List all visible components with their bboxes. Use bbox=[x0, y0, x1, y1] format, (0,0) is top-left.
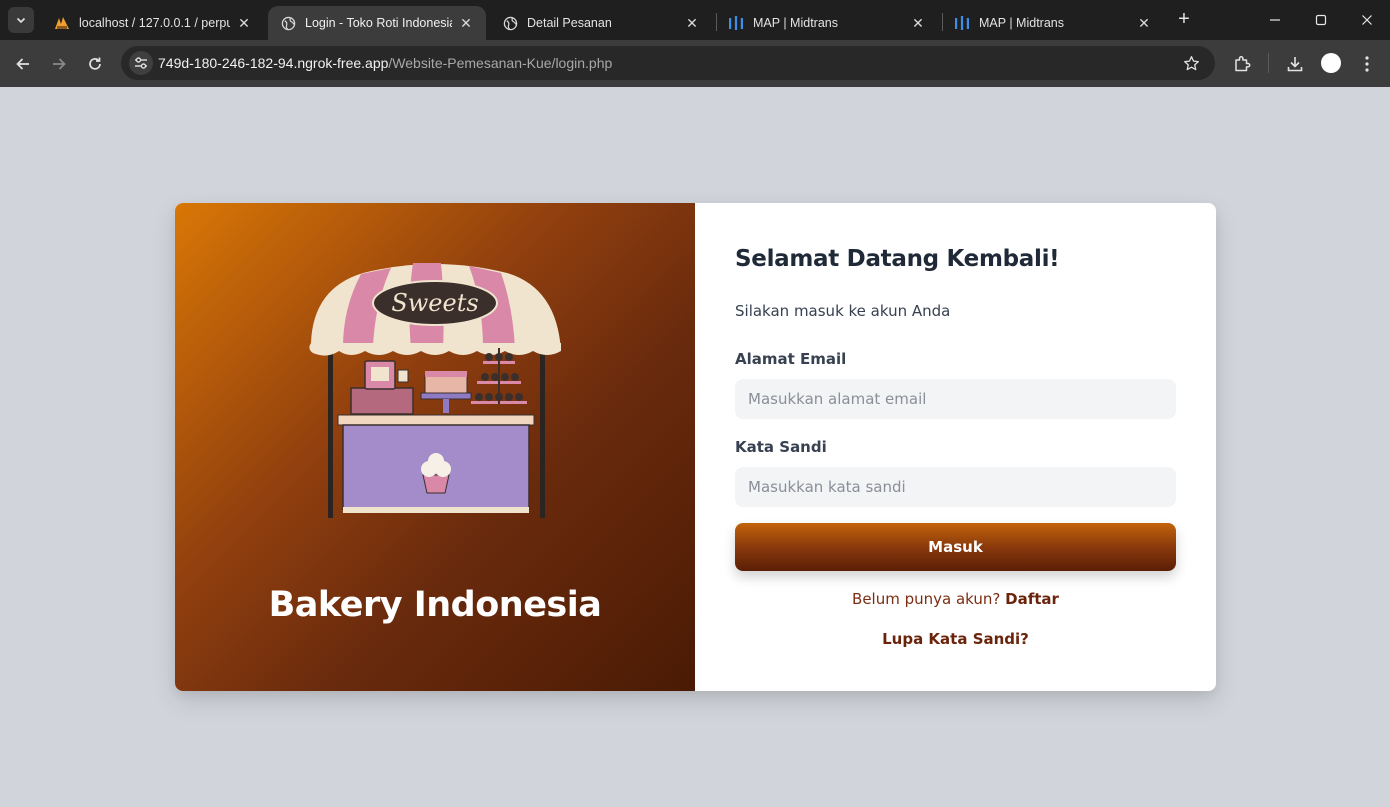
page-title: Selamat Datang Kembali! bbox=[735, 246, 1060, 272]
close-icon bbox=[1362, 15, 1372, 25]
midtrans-icon bbox=[954, 15, 970, 31]
minimize-button[interactable] bbox=[1252, 0, 1298, 40]
reload-icon bbox=[89, 57, 101, 70]
stall-pole bbox=[328, 343, 333, 518]
cake-frosting bbox=[425, 371, 467, 377]
tab-midtrans-1[interactable]: MAP | Midtrans ✕ bbox=[716, 6, 938, 40]
globe-icon bbox=[502, 15, 518, 31]
cake-stand bbox=[420, 392, 472, 400]
hero-panel: Sweets Bakery Indonesia bbox=[175, 203, 695, 691]
close-icon[interactable]: ✕ bbox=[1136, 15, 1152, 31]
profile-avatar[interactable] bbox=[1321, 53, 1341, 73]
tab-detail-pesanan[interactable]: Detail Pesanan ✕ bbox=[490, 6, 712, 40]
download-icon bbox=[1287, 57, 1303, 72]
browser-menu-button[interactable] bbox=[1355, 52, 1379, 76]
counter-top bbox=[337, 414, 535, 426]
tab-search-button[interactable] bbox=[8, 7, 34, 33]
url-host: 749d-180-246-182-94.ngrok-free.app bbox=[158, 55, 389, 71]
cake-stand-leg bbox=[443, 399, 449, 413]
url-text[interactable]: 749d-180-246-182-94.ngrok-free.app/Websi… bbox=[158, 55, 612, 71]
tab-title: Detail Pesanan bbox=[527, 16, 612, 30]
close-icon[interactable]: ✕ bbox=[458, 15, 474, 31]
close-window-button[interactable] bbox=[1344, 0, 1390, 40]
login-card: Sweets Bakery Indonesia Selamat Datang K… bbox=[175, 203, 1216, 691]
tab-title: localhost / 127.0.0.1 / perpust bbox=[79, 16, 230, 30]
sweets-sign-text: Sweets bbox=[391, 289, 478, 317]
chevron-down-icon bbox=[16, 17, 26, 24]
awning-edge bbox=[309, 343, 561, 356]
url-path: /Website-Pemesanan-Kue/login.php bbox=[388, 55, 613, 71]
close-icon[interactable]: ✕ bbox=[684, 15, 700, 31]
phpmyadmin-icon bbox=[54, 15, 70, 31]
page-subtitle: Silakan masuk ke akun Anda bbox=[735, 302, 951, 320]
login-button[interactable]: Masuk bbox=[735, 523, 1176, 571]
cake-box bbox=[350, 387, 414, 415]
bakery-stall-illustration: Sweets bbox=[309, 263, 561, 518]
password-field[interactable] bbox=[735, 467, 1176, 507]
more-vertical-icon bbox=[1365, 56, 1369, 72]
cake bbox=[424, 374, 468, 394]
tab-title: MAP | Midtrans bbox=[753, 16, 838, 30]
close-icon[interactable]: ✕ bbox=[236, 15, 252, 31]
arrow-left-icon bbox=[16, 58, 29, 70]
maximize-icon bbox=[1315, 14, 1327, 26]
forward-button[interactable] bbox=[45, 50, 73, 78]
new-tab-button[interactable]: + bbox=[1173, 9, 1195, 31]
login-form-panel: Selamat Datang Kembali! Silakan masuk ke… bbox=[695, 203, 1216, 691]
back-button[interactable] bbox=[9, 50, 37, 78]
cupcake-emblem bbox=[422, 474, 450, 494]
signup-prompt-line: Belum punya akun? Daftar bbox=[735, 590, 1176, 608]
minimize-icon bbox=[1270, 19, 1280, 21]
tab-phpmyadmin[interactable]: localhost / 127.0.0.1 / perpust ✕ bbox=[42, 6, 264, 40]
tab-login[interactable]: Login - Toko Roti Indonesia ✕ bbox=[268, 6, 486, 40]
tab-title: Login - Toko Roti Indonesia bbox=[305, 16, 452, 30]
browser-toolbar: 749d-180-246-182-94.ngrok-free.app/Websi… bbox=[0, 40, 1390, 87]
address-bar[interactable]: 749d-180-246-182-94.ngrok-free.app/Websi… bbox=[121, 46, 1215, 80]
site-settings-icon[interactable] bbox=[129, 51, 153, 75]
tab-midtrans-2[interactable]: MAP | Midtrans ✕ bbox=[942, 6, 1164, 40]
browser-tabstrip: localhost / 127.0.0.1 / perpust ✕ Login … bbox=[0, 0, 1390, 40]
close-icon[interactable]: ✕ bbox=[910, 15, 926, 31]
password-label: Kata Sandi bbox=[735, 438, 827, 456]
forgot-password-link[interactable]: Lupa Kata Sandi? bbox=[735, 630, 1176, 648]
downloads-button[interactable] bbox=[1283, 52, 1307, 76]
price-tag bbox=[397, 369, 409, 383]
puzzle-icon bbox=[1235, 56, 1251, 72]
brand-name: Bakery Indonesia bbox=[268, 585, 602, 625]
toolbar-separator bbox=[1268, 53, 1269, 73]
extensions-button[interactable] bbox=[1230, 52, 1254, 76]
midtrans-icon bbox=[728, 15, 744, 31]
email-label: Alamat Email bbox=[735, 350, 847, 368]
arrow-right-icon bbox=[53, 58, 66, 70]
email-field[interactable] bbox=[735, 379, 1176, 419]
reload-button[interactable] bbox=[81, 50, 109, 78]
register-screen bbox=[371, 367, 389, 381]
stall-pole bbox=[540, 343, 545, 518]
bookmark-star-icon[interactable] bbox=[1181, 53, 1201, 73]
counter-base bbox=[343, 507, 529, 513]
globe-icon bbox=[280, 15, 296, 31]
tab-title: MAP | Midtrans bbox=[979, 16, 1064, 30]
signup-prompt: Belum punya akun? bbox=[852, 590, 1001, 608]
signup-link[interactable]: Daftar bbox=[1005, 590, 1059, 608]
maximize-button[interactable] bbox=[1298, 0, 1344, 40]
